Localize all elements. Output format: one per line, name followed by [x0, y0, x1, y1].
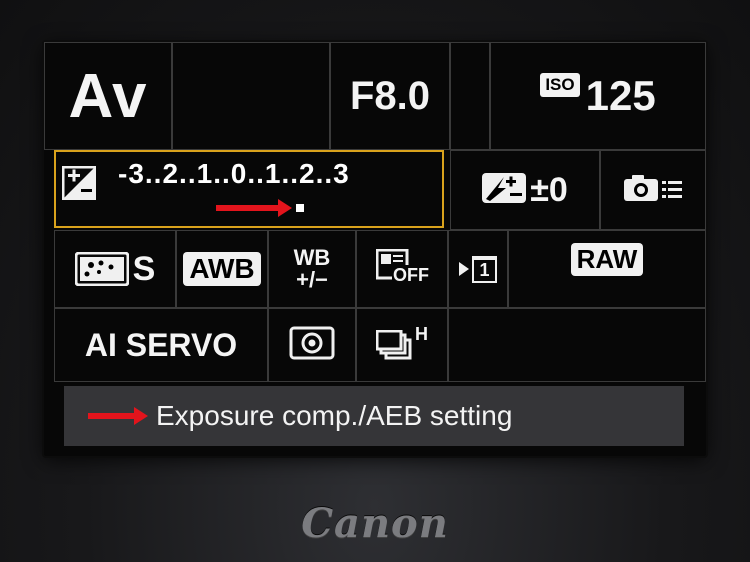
picture-style-setting[interactable]: S — [54, 230, 176, 308]
flash-exposure-comp-setting[interactable]: ±0 — [450, 150, 600, 230]
metering-mode-icon — [289, 326, 335, 365]
continuous-shooting-icon: H — [376, 324, 428, 360]
drive-custom-value: 1 — [472, 255, 497, 283]
picture-style-value: S — [132, 249, 156, 288]
annotation-arrow — [88, 407, 148, 425]
image-quality-setting[interactable]: RAW — [508, 230, 706, 308]
af-mode-value: AI SERVO — [84, 326, 238, 363]
scale-tick: ..1 — [247, 158, 282, 189]
iso-value: 125 — [585, 72, 656, 119]
white-balance-setting[interactable]: AWB — [176, 230, 268, 308]
image-quality-value: RAW — [570, 243, 644, 276]
drive-mode-setting[interactable]: H — [356, 308, 448, 382]
scale-tick: -3 — [118, 158, 145, 189]
alo-off-label: OFF — [392, 265, 430, 286]
iso-setting[interactable]: ISO 125 — [490, 42, 706, 150]
divider-cell — [450, 42, 490, 150]
aperture-setting[interactable]: F8.0 — [330, 42, 450, 150]
flash-comp-value: ±0 — [530, 170, 568, 209]
shooting-mode-label: Av — [68, 61, 148, 131]
wb-shift-bottom: +/− — [296, 267, 328, 292]
exposure-comp-setting[interactable]: -3..2..1..0..1..2..3 — [54, 150, 444, 228]
iso-badge: ISO — [540, 73, 580, 97]
auto-lighting-optimizer-icon: OFF — [376, 249, 430, 289]
white-balance-value: AWB — [183, 252, 261, 286]
scale-tick: ..2 — [144, 158, 180, 189]
scale-tick: ..3 — [315, 158, 350, 189]
exposure-scale: -3..2..1..0..1..2..3 — [118, 158, 350, 190]
scale-tick: ..0 — [213, 158, 248, 189]
empty-cell — [172, 42, 330, 150]
status-text: Exposure comp./AEB setting — [156, 400, 513, 431]
exposure-comp-icon — [61, 165, 97, 201]
drive-mode-suffix: H — [415, 324, 428, 344]
status-bar: Exposure comp./AEB setting — [64, 386, 684, 446]
drive-icon: 1 — [459, 255, 497, 283]
annotation-arrow — [216, 199, 292, 217]
scale-tick: ..1 — [179, 158, 214, 189]
aperture-value: F8.0 — [349, 73, 431, 118]
empty-cell — [448, 308, 706, 382]
brand-logo: Canon — [301, 500, 449, 547]
metering-mode-setting[interactable] — [268, 308, 356, 382]
picture-style-icon: S — [74, 249, 156, 289]
af-mode-setting[interactable]: AI SERVO — [54, 308, 268, 382]
exposure-indicator — [296, 204, 304, 212]
wb-shift-setting[interactable]: WB +/− — [268, 230, 356, 308]
shooting-mode[interactable]: Av — [44, 42, 172, 150]
quick-control-screen: Av F8.0 ISO 125 -3..2..1..0..1..2..3 ±0 … — [44, 42, 706, 456]
camera-menu-button[interactable] — [600, 150, 706, 230]
drive-custom-setting[interactable]: 1 — [448, 230, 508, 308]
wb-shift-top: WB — [293, 245, 331, 270]
scale-tick: ..2 — [281, 158, 316, 189]
camera-menu-icon — [622, 173, 684, 208]
auto-lighting-optimizer-setting[interactable]: OFF — [356, 230, 448, 308]
flash-exposure-comp-icon — [482, 172, 527, 208]
